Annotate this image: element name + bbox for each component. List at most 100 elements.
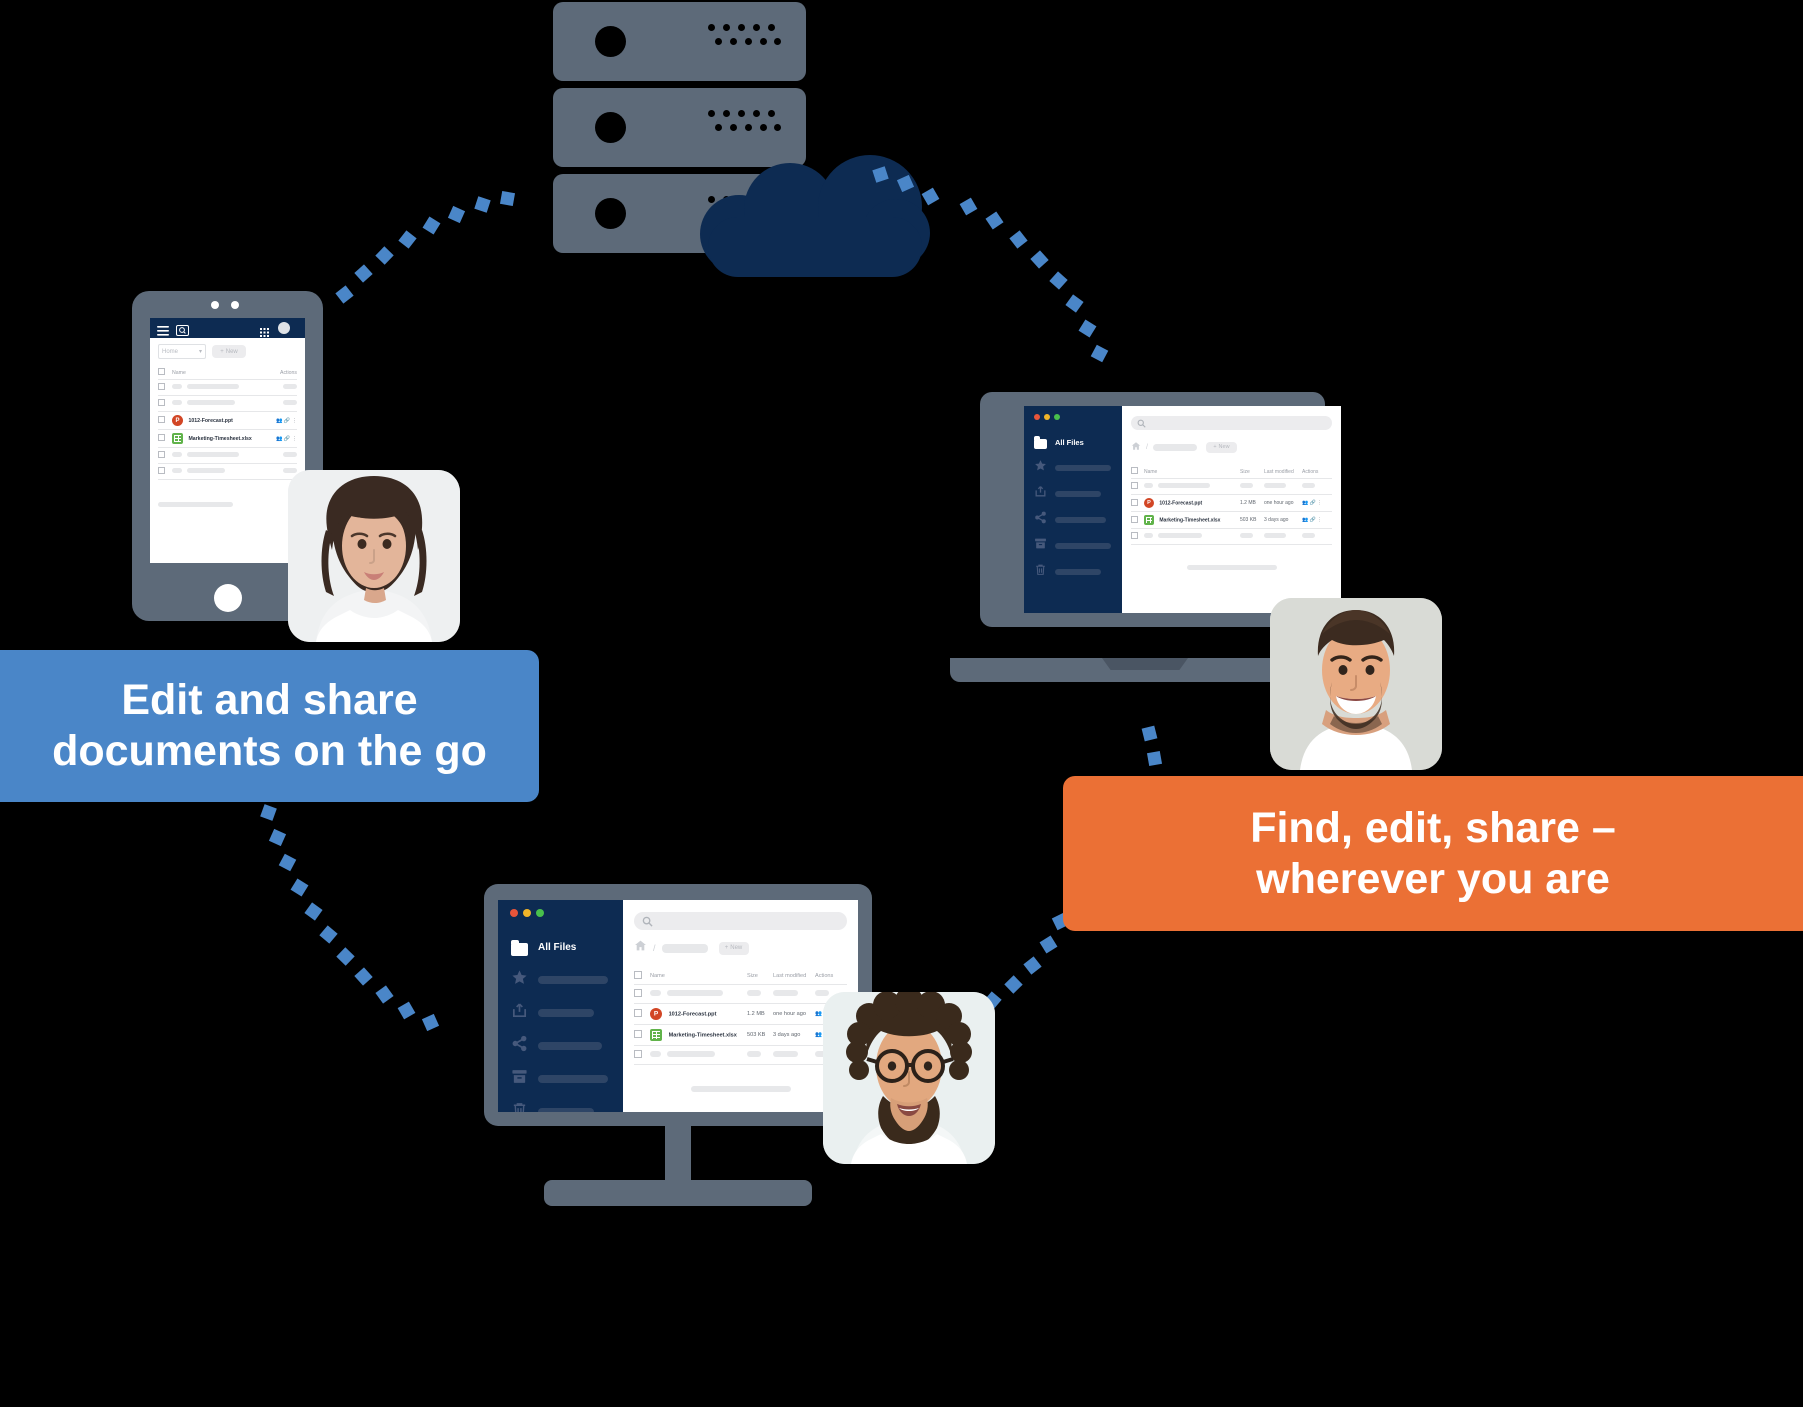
row-checkbox[interactable] [634,989,642,997]
table-row[interactable] [1131,479,1332,495]
row-checkbox[interactable] [1131,498,1138,506]
table-header-row: Name Actions [158,366,297,380]
laptop-trackpad-notch [1102,658,1188,670]
table-row[interactable]: Marketing-Timesheet.xlsx 503 KB 3 days a… [634,1025,847,1046]
table-row[interactable]: 1012-Forecast.ppt 1.2 MB one hour ago 👥 … [1131,495,1332,512]
cloud-storage-icon [700,155,930,280]
avatar-woman-photo [288,470,460,642]
window-controls[interactable] [510,909,623,917]
minimize-icon[interactable] [1044,414,1050,420]
avatar-man-glasses [823,992,995,1164]
select-all-checkbox[interactable] [634,971,642,979]
sidebar-item-shared-by-me[interactable] [1034,485,1122,503]
row-actions[interactable]: 👥 🔗 ⋮ [1302,495,1332,512]
sidebar-item-shared-links[interactable] [1034,511,1122,529]
row-checkbox[interactable] [158,416,165,423]
minimize-icon[interactable] [523,909,531,917]
row-actions[interactable]: 👥 🔗 ⋮ [271,430,297,448]
sidebar-item-all-files[interactable]: All Files [511,939,623,956]
search-icon[interactable] [176,323,189,341]
table-row[interactable] [158,448,297,464]
avatar-icon[interactable] [278,322,290,334]
close-icon[interactable] [510,909,518,917]
sidebar-item-trash[interactable] [511,1101,623,1112]
table-row[interactable]: Marketing-Timesheet.xlsx 503 KB 3 days a… [1131,512,1332,529]
monitor-screen: All Files / + New Name Size Last modifie… [498,900,858,1112]
sidebar-item-archive[interactable] [511,1068,623,1090]
row-checkbox[interactable] [1131,532,1138,539]
new-button[interactable]: + New [1205,441,1237,453]
callout-left-line2: documents on the go [52,727,487,775]
home-icon[interactable] [1131,438,1141,456]
table-row[interactable] [1131,529,1332,545]
row-checkbox[interactable] [158,467,165,474]
powerpoint-file-icon [650,1008,662,1020]
maximize-icon[interactable] [536,909,544,917]
row-actions[interactable]: 👥 🔗 ⋮ [1302,512,1332,529]
excel-file-icon [650,1029,662,1041]
menu-icon[interactable] [157,323,169,341]
select-all-checkbox[interactable] [1131,467,1138,474]
phone-speaker [210,301,245,309]
desktop-monitor[interactable]: All Files / + New Name Size Last modifie… [484,884,872,1209]
grid-icon[interactable] [260,324,271,342]
sidebar-item-favorites[interactable] [511,969,623,991]
row-checkbox[interactable] [158,451,165,458]
table-row[interactable] [158,396,297,412]
row-checkbox[interactable] [634,1050,642,1058]
breadcrumb[interactable]: / + New [634,939,847,957]
sidebar-item-favorites[interactable] [1034,459,1122,477]
server-led-icon [595,26,626,57]
chevron-down-icon: ▾ [198,349,202,355]
maximize-icon[interactable] [1054,414,1060,420]
search-input[interactable] [634,912,847,930]
breadcrumb[interactable]: / + New [1131,438,1332,456]
table-row[interactable] [634,1046,847,1065]
location-select[interactable]: Home ▾ [158,344,206,359]
table-row[interactable] [158,464,297,480]
search-input[interactable] [1131,416,1332,430]
row-checkbox[interactable] [634,1009,642,1017]
close-icon[interactable] [1034,414,1040,420]
phone-home-button[interactable] [213,584,242,612]
new-button[interactable]: + New [212,345,246,358]
plus-icon: + [220,348,224,355]
search-icon [642,916,653,927]
app-main: / + New Name Size Last modified Actions … [1122,406,1341,613]
sidebar-item-shared-links[interactable] [511,1035,623,1057]
sidebar-item-archive[interactable] [1034,537,1122,555]
monitor-file-table: Name Size Last modified Actions P 1012-F… [634,968,847,1065]
row-checkbox[interactable] [158,399,165,406]
row-checkbox[interactable] [634,1030,642,1038]
excel-file-icon [1144,515,1154,525]
callout-right-line1: Find, edit, share – [1250,803,1616,852]
excel-file-icon [172,433,183,444]
row-checkbox[interactable] [158,434,165,441]
server-unit-1 [553,2,806,81]
table-row[interactable] [634,985,847,1004]
table-row[interactable] [158,380,297,396]
table-row[interactable]: 1012-Forecast.ppt 1.2 MB one hour ago 👥 … [634,1004,847,1025]
server-vents-icon [708,24,781,56]
sidebar-item-shared-by-me[interactable] [511,1002,623,1024]
row-actions[interactable]: 👥 🔗 ⋮ [271,412,297,430]
sidebar-item-trash[interactable] [1034,563,1122,581]
home-icon[interactable] [634,939,647,957]
select-all-checkbox[interactable] [158,368,165,375]
new-button[interactable]: + New [718,941,749,955]
folder-icon [511,940,528,956]
avatar-woman [288,470,460,642]
callout-edit-and-share: Edit and share documents on the go [0,650,539,802]
phone-file-table: Name Actions P 1012-Forecast.ppt 👥 🔗 ⋮ M… [158,366,297,480]
row-checkbox[interactable] [1131,482,1138,489]
plus-icon: + [1213,444,1217,450]
table-row[interactable]: 1012-Forecast.ppt 👥 🔗 ⋮ [158,412,297,430]
table-row[interactable]: Marketing-Timesheet.xlsx 👥 🔗 ⋮ [158,430,297,448]
plus-icon: + [724,945,729,951]
window-controls[interactable] [1034,414,1122,420]
share-nodes-icon [1034,511,1047,529]
monitor-foot [544,1180,812,1206]
sidebar-item-all-files[interactable]: All Files [1034,436,1122,449]
row-checkbox[interactable] [1131,515,1138,523]
row-checkbox[interactable] [158,383,165,390]
